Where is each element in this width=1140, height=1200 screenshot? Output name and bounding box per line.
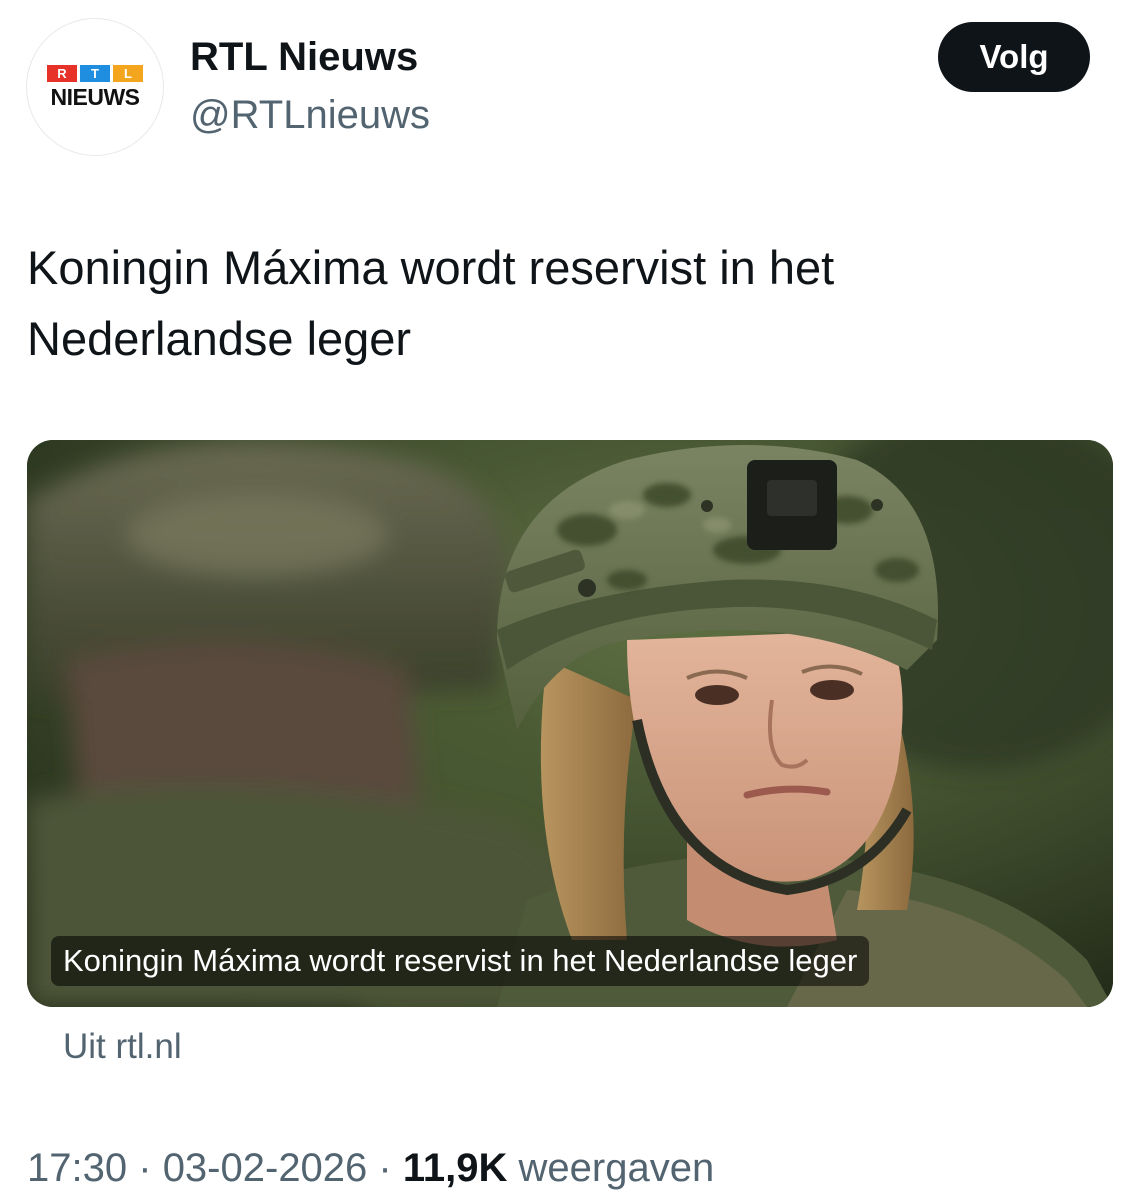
link-source[interactable]: Uit rtl.nl	[63, 1022, 182, 1072]
meta-separator: ·	[138, 1146, 152, 1190]
logo-word: NIEUWS	[50, 84, 141, 110]
views-label: weergaven	[518, 1146, 715, 1190]
account-handle[interactable]: @RTLnieuws	[190, 92, 430, 138]
account-name[interactable]: RTL Nieuws	[190, 34, 418, 80]
views-count: 11,9K	[402, 1146, 508, 1190]
tweet-text: Koningin Máxima wordt reservist in het N…	[27, 232, 1107, 374]
media-caption: Koningin Máxima wordt reservist in het N…	[51, 936, 870, 986]
logo-letter-r: R	[47, 65, 77, 82]
tweet-text-line-2: Nederlandse leger	[27, 312, 412, 365]
tweet-text-line-1: Koningin Máxima wordt reservist in het	[27, 241, 835, 294]
tweet-time[interactable]: 17:30	[27, 1146, 127, 1190]
link-card-image[interactable]: Koningin Máxima wordt reservist in het N…	[27, 440, 1113, 1007]
tweet[interactable]: R T L NIEUWS RTL Nieuws @RTLnieuws Volg …	[0, 0, 1140, 1200]
logo-letter-t: T	[80, 65, 110, 82]
rtl-logo-blocks: R T L	[47, 65, 143, 82]
news-photo	[27, 440, 1113, 1007]
tweet-date[interactable]: 03-02-2026	[163, 1146, 368, 1190]
follow-button[interactable]: Volg	[938, 22, 1090, 92]
meta-separator: ·	[378, 1146, 392, 1190]
tweet-meta: 17:30 · 03-02-2026 · 11,9K weergaven	[27, 1140, 714, 1196]
logo-letter-l: L	[113, 65, 143, 82]
account-avatar[interactable]: R T L NIEUWS	[26, 18, 164, 156]
